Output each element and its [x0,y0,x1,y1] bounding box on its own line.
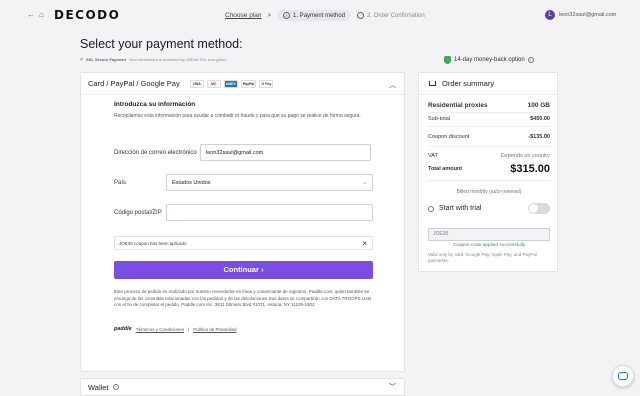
intro-text: Recopilamos esta información para ayudar… [114,113,361,119]
link-separator: | [188,326,190,332]
zip-row: Código postal/ZIP [114,204,373,221]
chat-button[interactable] [612,365,634,387]
product-name: Residential proxies [428,102,488,109]
checkout-steps: Choose plan > ✓ 1. Payment method ✓ 2. O… [225,10,425,21]
subtotal-value: $450.00 [530,116,550,122]
billing-note: Billed monthly (auto-renewal) [456,189,522,195]
trial-radio[interactable] [428,205,434,212]
divider [428,112,550,113]
user-menu[interactable]: L leon32saul@gmail.com [545,10,616,20]
ssl-text: Your information is protected by 256-bit… [128,57,227,62]
user-email: leon32saul@gmail.com [559,12,617,18]
paypal-icon: PayPal [240,79,257,88]
mastercard-icon: MC [206,79,221,88]
wallet-section[interactable]: Wallet i ﹀ [80,378,405,396]
subtotal-label: Sub-total [428,116,451,122]
terms-link[interactable]: Términos y Condiciones [136,327,184,332]
coupon-input[interactable]: JOE30 [428,228,550,241]
payment-method-header[interactable]: Card / PayPal / Google Pay VISA MC AMEX … [81,73,404,95]
coupon-notice: JOE30 coupon has been aplicado × [114,236,373,250]
subtotal-row: Sub-total $450.00 [428,116,550,122]
vat-row: VAT Depends on country [428,153,550,159]
product-amount: 100 GB [527,102,550,109]
vat-label: VAT [428,153,438,159]
divider [428,126,550,127]
card-brands: VISA MC AMEX PayPal G Pay [189,79,274,88]
total-value: $315.00 [510,163,550,175]
nav-icons: ← ⌂ [27,10,44,19]
country-row: País Estados Unidos ⌄ [114,174,373,191]
coupon-discount-row: Coupon discount -$135.00 [428,134,550,140]
money-back-badge: 14-day money-back option i [444,56,534,64]
shield-check-icon [444,56,451,64]
info-icon[interactable]: i [112,384,119,390]
top-bar: ← ⌂ DECODO Choose plan > ✓ 1. Payment me… [0,0,640,30]
country-select[interactable]: Estados Unidos ⌄ [166,174,373,191]
divider [428,146,550,147]
cart-icon [429,81,436,86]
close-icon[interactable]: × [362,239,367,248]
coupon-discount-label: Coupon discount [428,134,470,140]
paddle-logo: paddle [114,326,132,332]
chevron-up-icon[interactable]: ︿ [389,80,396,90]
order-summary-title: Order summary [442,79,495,88]
logo[interactable]: DECODO [54,8,120,22]
email-label: Dirección de correo electrónico [114,149,197,156]
google-pay-icon: G Pay [259,79,274,88]
arrow-right-icon: › [258,265,264,274]
total-label: Total amount [428,166,463,172]
payment-method-card: Card / PayPal / Google Pay VISA MC AMEX … [80,72,405,372]
email-row: Dirección de correo electrónico leon32sa… [114,144,373,161]
coupon-success-message: Coupon code applied successfully [452,243,526,248]
ssl-label: SSL Secure Payment [86,57,126,62]
chat-icon [618,372,628,380]
info-icon[interactable]: i [527,57,534,63]
shield-icon: ⛨ [80,57,83,62]
step-confirmation-label: 2. Order Confirmation [367,12,425,19]
check-circle-icon: ✓ [283,12,291,19]
vat-value: Depends on country [500,153,550,159]
legal-text: Este proceso de pedido es realizado por … [114,289,372,307]
zip-label: Código postal/ZIP [114,209,162,216]
page-title: Select your payment method: [80,37,243,51]
country-label: País [114,179,127,186]
divider [428,180,550,181]
chevron-down-icon[interactable]: ﹀ [389,382,396,392]
visa-icon: VISA [189,79,204,88]
step-order-confirmation: ✓ 2. Order Confirmation [357,12,425,19]
order-summary: Order summary Residential proxies 100 GB… [418,72,558,272]
avatar[interactable]: L [545,10,555,20]
chevron-right-icon: > [267,12,272,19]
step-payment-method: ✓ 1. Payment method [277,10,352,21]
email-field[interactable]: leon32saul@gmail.com [200,144,371,161]
coupon-discount-value: -$135.00 [528,134,550,140]
product-row: Residential proxies 100 GB [428,102,550,109]
coupon-notice-text: JOE30 coupon has been aplicado [119,240,187,246]
wallet-title: Wallet [88,382,109,392]
payment-validity-note: Valid only by card, Google Pay, Apple Pa… [428,252,537,263]
home-icon[interactable]: ⌂ [39,10,44,19]
chevron-down-icon: ⌄ [362,179,367,186]
ssl-notice: ⛨ SSL Secure Payment Your information is… [80,57,227,62]
arrow-left-icon[interactable]: ← [27,10,35,19]
amex-icon: AMEX [223,79,238,88]
total-row: Total amount $315.00 [428,163,550,175]
money-back-label: 14-day money-back option [454,57,525,63]
check-circle-icon: ✓ [357,12,365,19]
order-summary-header: Order summary [419,73,557,95]
paddle-links: paddle Términos y Condiciones | Política… [114,326,236,332]
continue-button[interactable]: Continuar › [114,261,373,279]
step-choose-plan[interactable]: Choose plan [225,12,262,19]
step-payment-label: 1. Payment method [293,12,346,19]
country-value: Estados Unidos [172,179,211,186]
checkout-form: Introduzca su información Recopilamos es… [114,101,373,332]
privacy-link[interactable]: Política de Privacidad [193,327,236,332]
zip-field[interactable] [166,204,373,221]
intro-title: Introduzca su información [114,101,196,108]
continue-label: Continuar [223,265,259,274]
trial-row: Start with trial [428,203,550,214]
payment-method-title: Card / PayPal / Google Pay [88,79,180,88]
trial-toggle[interactable] [528,203,550,214]
trial-label: Start with trial [439,205,482,212]
